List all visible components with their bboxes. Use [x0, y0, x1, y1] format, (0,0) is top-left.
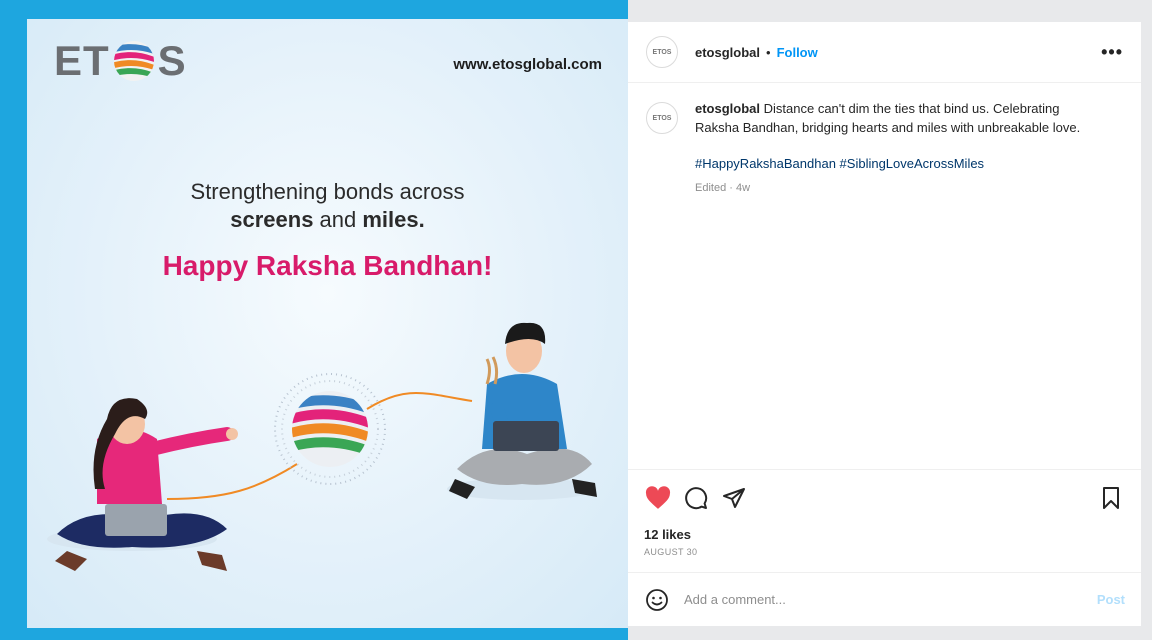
emoji-icon [646, 588, 668, 611]
like-button[interactable] [644, 484, 672, 512]
heart-icon [645, 485, 671, 509]
post-date: AUGUST 30 [644, 547, 698, 557]
emoji-button[interactable] [644, 587, 670, 613]
caption-body: etosglobal Distance can't dim the ties t… [695, 100, 1105, 469]
caption-meta: Edited · 4w [695, 181, 751, 194]
save-button[interactable] [1097, 484, 1125, 512]
brand-logo: ET S [54, 37, 187, 85]
caption-hashtags[interactable]: #HappyRakshaBandhan #SiblingLoveAcrossMi… [695, 155, 1105, 174]
post-image-frame: ET S www.etosglobal.com Strengthening bo… [0, 0, 628, 640]
headline-line-1: Strengthening bonds across [190, 179, 465, 204]
follow-button[interactable]: Follow [777, 45, 818, 60]
header-username[interactable]: etosglobal [695, 45, 760, 60]
headline-miles: miles. [362, 207, 425, 232]
post-details-panel: ETOS etosglobal • Follow ••• ETOS etosgl… [628, 22, 1141, 626]
likes-count[interactable]: 12 likes [628, 527, 1141, 542]
headline-line-2: screens and miles. [27, 207, 628, 233]
brand-website: www.etosglobal.com [453, 56, 602, 73]
bookmark-icon [1103, 486, 1119, 509]
share-button[interactable] [720, 484, 748, 512]
headline-screens: screens [230, 207, 314, 232]
avatar[interactable]: ETOS [646, 36, 678, 68]
caption-username[interactable]: etosglobal [695, 101, 760, 116]
globe-logo-icon [113, 41, 154, 81]
center-globe-icon [292, 391, 368, 467]
action-bar [628, 469, 1141, 525]
post-comment-button[interactable]: Post [1097, 592, 1125, 607]
comment-button[interactable] [682, 484, 710, 512]
comment-input[interactable] [684, 592, 1097, 607]
post-header: ETOS etosglobal • Follow ••• [628, 22, 1141, 83]
brand-logo-text-left: ET [54, 37, 110, 84]
post-caption: ETOS etosglobal Distance can't dim the t… [628, 83, 1141, 469]
headline-and: and [313, 207, 363, 232]
caption-text-block: etosglobal Distance can't dim the ties t… [695, 100, 1105, 137]
caption-avatar[interactable]: ETOS [646, 102, 678, 134]
comment-icon [685, 486, 708, 509]
comment-bar: Post [628, 572, 1141, 626]
more-options-button[interactable]: ••• [1101, 42, 1123, 63]
header-separator: • [766, 44, 771, 60]
post-image[interactable]: ET S www.etosglobal.com Strengthening bo… [27, 19, 628, 628]
woman-figure [47, 398, 238, 571]
share-icon [723, 487, 745, 508]
man-figure [447, 322, 597, 500]
raksha-bandhan-illustration [47, 322, 597, 571]
brand-logo-text-right: S [157, 37, 187, 84]
greeting-text: Happy Raksha Bandhan! [162, 250, 493, 281]
